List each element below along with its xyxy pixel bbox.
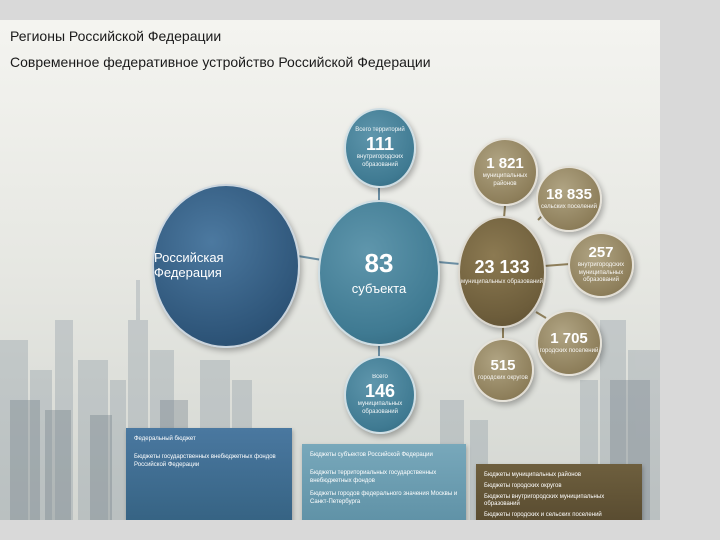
subjects-node: 83 субъекта <box>318 200 440 346</box>
federation-label: Российская Федерация <box>154 250 224 280</box>
municipal-total-node: 23 133 муниципальных образований <box>458 216 546 328</box>
federal-budget-text: Бюджеты государственных внебюджетных фон… <box>134 453 276 468</box>
intra-city-label: внутригородских образований <box>356 154 404 168</box>
federal-budget-title: Федеральный бюджет <box>134 436 196 442</box>
intra-city-node: Всего территорий 111 внутригородских обр… <box>344 108 416 188</box>
urban-settlements-label: городских поселений <box>539 347 599 354</box>
intra-city-municipal-node: 257 внутригородских муниципальных образо… <box>568 232 634 298</box>
municipal-districts-node: 1 821 муниципальных районов <box>472 138 538 206</box>
city-districts-label: городских округов <box>478 374 528 381</box>
subjects-budget-line1: Бюджеты территориальных государственных … <box>310 469 437 484</box>
municipal-small-node: Всего 146 муниципальных образований <box>344 356 416 434</box>
municipal-small-label: муниципальных образований <box>357 401 403 415</box>
municipal-small-caption: Всего <box>372 373 388 380</box>
city-districts-count: 515 <box>490 356 516 374</box>
municipal-districts-label: муниципальных районов <box>482 173 528 187</box>
rural-settlements-node: 18 835 сельских поселений <box>536 166 602 232</box>
slide-subtitle: Современное федеративное устройство Росс… <box>10 54 431 70</box>
municipal-budget-title: Бюджеты муниципальных районов <box>484 472 582 478</box>
subjects-count: 83 <box>364 247 394 278</box>
intra-city-municipal-count: 257 <box>588 244 614 262</box>
city-districts-node: 515 городских округов <box>472 338 534 402</box>
subjects-budget-title: Бюджеты субъектов Российской Федерации <box>310 452 433 458</box>
subjects-budget-box: Бюджеты субъектов Российской Федерации Б… <box>302 444 466 520</box>
slide: Регионы Российской Федерации Современное… <box>0 20 660 520</box>
intra-city-municipal-label: внутригородских муниципальных образовани… <box>577 262 625 284</box>
subjects-budget-line2: Бюджеты городов федерального значения Мо… <box>310 491 458 506</box>
intra-city-caption: Всего территорий <box>355 126 405 133</box>
subjects-label: субъекта <box>351 280 407 296</box>
municipal-total-count: 23 133 <box>474 256 530 277</box>
municipal-districts-count: 1 821 <box>486 155 524 172</box>
urban-settlements-node: 1 705 городских поселений <box>536 310 602 376</box>
urban-settlements-count: 1 705 <box>550 329 588 347</box>
municipal-budget-line2: Бюджеты внутригородских муниципальных об… <box>484 493 605 508</box>
rural-settlements-count: 18 835 <box>546 185 592 203</box>
federal-budget-box: Федеральный бюджет Бюджеты государственн… <box>126 428 292 520</box>
russian-federation-node: Российская Федерация <box>152 184 300 348</box>
intra-city-count: 111 <box>365 134 395 155</box>
municipal-total-label: муниципальных образований <box>460 278 544 285</box>
municipal-budget-box: Бюджеты муниципальных районов Бюджеты го… <box>476 464 642 520</box>
slide-title: Регионы Российской Федерации <box>10 28 222 44</box>
rural-settlements-label: сельских поселений <box>541 203 597 210</box>
municipal-small-count: 146 <box>364 381 396 402</box>
municipal-budget-line3: Бюджеты городских и сельских поселений <box>484 512 602 519</box>
municipal-budget-line1: Бюджеты городских округов <box>484 482 562 489</box>
